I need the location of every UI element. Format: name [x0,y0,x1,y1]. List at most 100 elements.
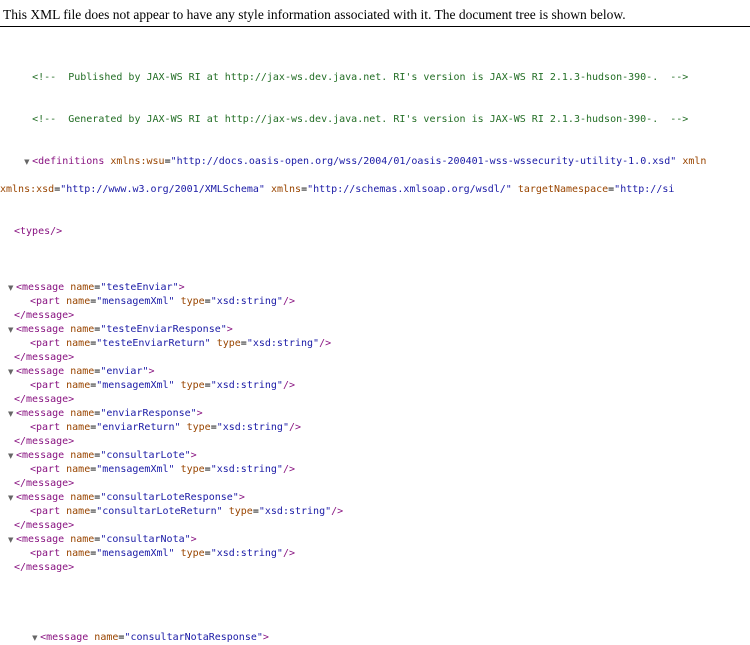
part-type-value: "xsd:string" [210,380,283,391]
tag-bracket: /> [282,380,295,391]
attr-name: name [66,506,91,517]
message-open-line: ▼ <message name="consultarNota"> [8,533,197,547]
attr-name: name [66,296,91,307]
message-block: ▼ <message name="consultarLoteResponse"> <… [0,491,750,533]
tag-bracket: > [262,632,269,643]
attr-name: type [216,338,241,349]
message-block: ▼ <message name="enviar"> <part name="mens… [0,365,750,407]
attr-name: type [180,380,205,391]
attr-value: "http://www.w3.org/2001/XMLSchema" [60,184,265,195]
attr-name: xmln [682,156,707,167]
comment-line: <!-- Generated by JAX-WS RI at http://ja… [0,99,750,125]
part-type-value: "xsd:string" [258,506,332,517]
message-name-value: "enviar" [100,366,149,377]
message-close-line: </message> [0,561,750,575]
tag-bracket: > [190,450,197,461]
message-tag: <message [40,632,89,643]
tag-bracket: > [226,324,233,335]
tag-bracket: /> [282,464,295,475]
attr-name: type [228,506,253,517]
message-open-line-partial: ▼ <message name="consultarNotaResponse"> [32,632,269,643]
message-block: ▼ <message name="testeEnviarResponse"> <pa… [0,323,750,365]
collapse-toggle-icon[interactable]: ▼ [8,491,16,505]
part-line: <part name="mensagemXml" type="xsd:strin… [30,548,295,559]
message-tag: <message [16,324,65,335]
definitions-attr-line: xmlns:xsd="http://www.w3.org/2001/XMLSch… [0,184,675,195]
part-name-value: "mensagemXml" [96,548,175,559]
message-block: ▼ <message name="consultarNota"> <part nam… [0,533,750,575]
message-open-line: ▼ <message name="consultarLote"> [8,449,197,463]
attr-name: type [180,548,205,559]
message-close-tag: </message> [14,352,75,363]
part-line: <part name="testeEnviarReturn" type="xsd… [30,338,332,349]
comment-line: <!-- Published by JAX-WS RI at http://ja… [0,57,750,83]
attr-name: name [70,450,95,461]
collapse-toggle-icon[interactable]: ▼ [8,281,16,295]
collapse-toggle-icon[interactable]: ▼ [24,155,32,169]
message-tag: <message [16,408,65,419]
part-name-value: "enviarReturn" [96,422,181,433]
collapse-toggle-icon[interactable]: ▼ [8,407,16,421]
message-block: ▼ <message name="enviarResponse"> <part na… [0,407,750,449]
tag-bracket: > [178,282,185,293]
message-open-line: ▼ <message name="consultarLoteResponse"> [8,491,245,505]
part-line: <part name="mensagemXml" type="xsd:strin… [30,464,295,475]
tag-bracket: > [190,534,197,545]
part-tag: <part [30,296,61,307]
message-name-value: "consultarNota" [100,534,191,545]
part-type-value: "xsd:string" [210,548,283,559]
part-tag: <part [30,506,61,517]
collapse-toggle-icon[interactable]: ▼ [8,365,16,379]
part-type-value: "xsd:string" [210,296,283,307]
message-tag: <message [16,450,65,461]
tag-bracket: > [148,366,155,377]
attr-name: type [180,464,205,475]
tag-bracket: /> [288,422,302,433]
message-block: ▼ <message name="consultarLote"> <part nam… [0,449,750,491]
part-line: <part name="consultarLoteReturn" type="x… [30,506,344,517]
message-name-value: "consultarNotaResponse" [124,632,263,643]
message-open-line: ▼ <message name="testeEnviar"> [8,281,185,295]
part-name-value: "testeEnviarReturn" [96,338,211,349]
collapse-toggle-icon[interactable]: ▼ [8,533,16,547]
attr-name: name [66,548,91,559]
collapse-toggle-icon[interactable]: ▼ [8,323,16,337]
part-tag: <part [30,464,61,475]
attr-name: name [70,366,95,377]
tag-bracket: /> [282,548,295,559]
message-close-tag: </message> [14,310,75,321]
message-close-line: </message> [0,477,750,491]
message-open-line: ▼ <message name="enviarResponse"> [8,407,203,421]
message-close-line: </message> [0,519,750,533]
xml-document-tree: <!-- Published by JAX-WS RI at http://ja… [0,27,750,645]
message-close-tag: </message> [14,436,75,447]
message-open-line: ▼ <message name="enviar"> [8,365,155,379]
types-line: <types/> [0,225,750,239]
attr-name: name [66,338,91,349]
attr-name: name [70,534,95,545]
collapse-toggle-icon[interactable]: ▼ [8,449,16,463]
message-name-value: "consultarLote" [100,450,191,461]
message-close-tag: </message> [14,394,75,405]
part-name-value: "mensagemXml" [96,464,175,475]
part-name-value: "consultarLoteReturn" [96,506,223,517]
message-close-tag: </message> [14,478,75,489]
attr-name: name [70,492,95,503]
tag-bracket: /> [319,338,332,349]
part-tag: <part [30,548,61,559]
part-tag: <part [30,380,61,391]
message-close-tag: </message> [14,520,75,531]
part-name-value: "mensagemXml" [96,380,175,391]
part-line: <part name="enviarReturn" type="xsd:stri… [30,422,302,433]
xml-comment: <!-- Published by JAX-WS RI at http://ja… [32,72,689,83]
attr-name: name [94,632,119,643]
tag-bracket: /> [331,506,344,517]
types-tag: <types/> [14,226,63,237]
message-close-line: </message> [0,351,750,365]
tag-bracket: > [238,492,245,503]
style-info-message: This XML file does not appear to have an… [0,0,750,27]
attr-value: "http://docs.oasis-open.org/wss/2004/01/… [170,156,677,167]
attr-name: xmlns:xsd [0,184,55,195]
collapse-toggle-icon[interactable]: ▼ [32,631,40,645]
part-type-value: "xsd:string" [216,422,289,433]
